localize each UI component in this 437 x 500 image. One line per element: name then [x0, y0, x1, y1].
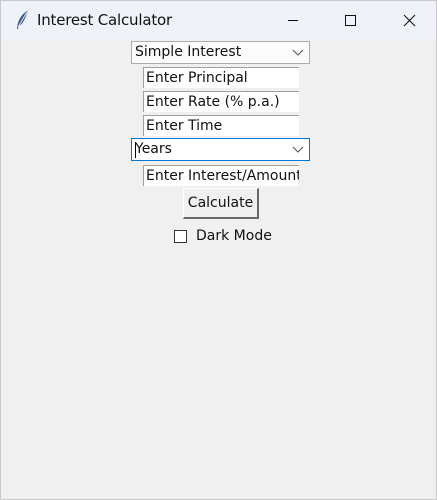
chevron-down-icon[interactable]	[292, 48, 304, 58]
time-unit-value: Years	[135, 141, 172, 157]
interest-type-select[interactable]: Simple Interest	[131, 41, 310, 64]
feather-icon	[15, 10, 29, 30]
rate-input[interactable]	[143, 91, 299, 112]
minimize-icon	[288, 20, 298, 21]
app-window: Interest Calculator Simple Interest Y	[0, 0, 437, 500]
close-icon	[403, 14, 416, 27]
minimize-button[interactable]	[264, 1, 322, 39]
title-bar[interactable]: Interest Calculator	[1, 1, 436, 39]
close-button[interactable]	[380, 1, 437, 39]
chevron-down-icon[interactable]	[292, 145, 304, 155]
interest-type-value: Simple Interest	[135, 44, 242, 60]
time-unit-select[interactable]: Years	[131, 138, 310, 161]
dark-mode-checkbox[interactable]	[174, 230, 187, 243]
calculate-button[interactable]: Calculate	[183, 188, 259, 219]
dark-mode-label[interactable]: Dark Mode	[196, 228, 272, 244]
interest-amount-input[interactable]	[143, 165, 299, 186]
window-title: Interest Calculator	[37, 11, 172, 29]
maximize-button[interactable]	[322, 1, 380, 39]
time-input[interactable]	[143, 115, 299, 136]
principal-input[interactable]	[143, 67, 299, 88]
maximize-icon	[345, 15, 356, 26]
